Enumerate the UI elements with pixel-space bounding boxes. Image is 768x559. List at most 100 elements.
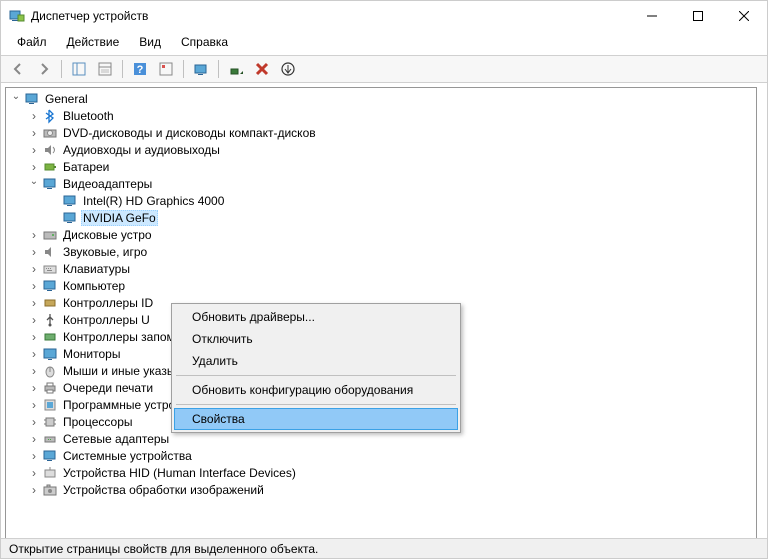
tree-category-sound[interactable]: Звуковые, игро	[6, 243, 756, 260]
node-label: Устройства HID (Human Interface Devices)	[61, 466, 298, 480]
computer-icon	[42, 278, 58, 294]
title-bar: Диспетчер устройств	[1, 1, 767, 31]
caret-icon[interactable]	[28, 246, 40, 258]
tree-root[interactable]: General	[6, 90, 756, 107]
window-title: Диспетчер устройств	[31, 9, 148, 23]
node-label: Bluetooth	[61, 109, 116, 123]
help-button[interactable]: ?	[128, 57, 152, 81]
node-label: NVIDIA GeFo	[81, 210, 158, 226]
status-bar: Открытие страницы свойств для выделенног…	[1, 538, 767, 558]
uninstall-button[interactable]	[250, 57, 274, 81]
caret-icon[interactable]	[28, 399, 40, 411]
scan-hardware-button[interactable]	[189, 57, 213, 81]
menu-action[interactable]: Действие	[59, 33, 128, 51]
node-label: Устройства обработки изображений	[61, 483, 266, 497]
menu-help[interactable]: Справка	[173, 33, 236, 51]
tree-category-audio[interactable]: Аудиовходы и аудиовыходы	[6, 141, 756, 158]
caret-icon[interactable]	[28, 280, 40, 292]
tree-device-intel[interactable]: Intel(R) HD Graphics 4000	[6, 192, 756, 209]
context-update-driver[interactable]: Обновить драйверы...	[174, 306, 458, 328]
svg-text:?: ?	[137, 64, 144, 76]
tree-category-display[interactable]: Видеоадаптеры	[6, 175, 756, 192]
battery-icon	[42, 159, 58, 175]
node-label: Контроллеры ID	[61, 296, 155, 310]
node-label: General	[43, 92, 90, 106]
node-label: Сетевые адаптеры	[61, 432, 171, 446]
maximize-button[interactable]	[675, 1, 721, 31]
caret-icon[interactable]	[28, 161, 40, 173]
caret-icon[interactable]	[28, 331, 40, 343]
software-device-icon	[42, 397, 58, 413]
menu-file[interactable]: Файл	[9, 33, 55, 51]
disc-drive-icon	[42, 125, 58, 141]
caret-icon[interactable]	[28, 178, 40, 190]
caret-icon[interactable]	[10, 93, 22, 105]
processor-icon	[42, 414, 58, 430]
tree-category-imaging[interactable]: Устройства обработки изображений	[6, 481, 756, 498]
back-button[interactable]	[6, 57, 30, 81]
context-disable[interactable]: Отключить	[174, 328, 458, 350]
caret-icon[interactable]	[28, 484, 40, 496]
context-menu: Обновить драйверы... Отключить Удалить О…	[171, 303, 461, 433]
caret-icon[interactable]	[28, 297, 40, 309]
system-device-icon	[42, 448, 58, 464]
node-label: Процессоры	[61, 415, 135, 429]
toolbar-separator	[218, 60, 219, 78]
caret-icon[interactable]	[28, 450, 40, 462]
caret-icon[interactable]	[28, 348, 40, 360]
caret-icon[interactable]	[28, 229, 40, 241]
tree-device-nvidia[interactable]: NVIDIA GeFo	[6, 209, 756, 226]
node-label: Видеоадаптеры	[61, 177, 154, 191]
display-adapter-icon	[62, 193, 78, 209]
ide-controller-icon	[42, 295, 58, 311]
node-label: Компьютер	[61, 279, 127, 293]
caret-icon[interactable]	[28, 127, 40, 139]
forward-button[interactable]	[32, 57, 56, 81]
caret-icon[interactable]	[28, 144, 40, 156]
node-label: Intel(R) HD Graphics 4000	[81, 194, 226, 208]
node-label: Батареи	[61, 160, 111, 174]
context-scan-hardware[interactable]: Обновить конфигурацию оборудования	[174, 379, 458, 401]
tree-category-bluetooth[interactable]: Bluetooth	[6, 107, 756, 124]
context-separator	[176, 404, 456, 405]
audio-icon	[42, 142, 58, 158]
caret-icon[interactable]	[28, 263, 40, 275]
toolbar: ?	[1, 55, 767, 83]
context-uninstall[interactable]: Удалить	[174, 350, 458, 372]
toolbar-separator	[183, 60, 184, 78]
caret-icon[interactable]	[28, 382, 40, 394]
caret-icon[interactable]	[28, 110, 40, 122]
node-label: DVD-дисководы и дисководы компакт-дисков	[61, 126, 318, 140]
show-hide-tree-button[interactable]	[67, 57, 91, 81]
monitor-icon	[42, 346, 58, 362]
display-adapter-icon	[62, 210, 78, 226]
tree-category-dvd[interactable]: DVD-дисководы и дисководы компакт-дисков	[6, 124, 756, 141]
caret-icon[interactable]	[28, 467, 40, 479]
update-driver-button[interactable]	[276, 57, 300, 81]
tree-category-batteries[interactable]: Батареи	[6, 158, 756, 175]
context-properties[interactable]: Свойства	[174, 408, 458, 430]
tree-category-disk[interactable]: Дисковые устро	[6, 226, 756, 243]
tree-category-system[interactable]: Системные устройства	[6, 447, 756, 464]
close-button[interactable]	[721, 1, 767, 31]
hid-icon	[42, 465, 58, 481]
add-legacy-button[interactable]	[224, 57, 248, 81]
minimize-button[interactable]	[629, 1, 675, 31]
caret-icon[interactable]	[28, 314, 40, 326]
tree-category-computer[interactable]: Компьютер	[6, 277, 756, 294]
network-icon	[42, 431, 58, 447]
properties-button[interactable]	[93, 57, 117, 81]
menu-view[interactable]: Вид	[131, 33, 169, 51]
action-button[interactable]	[154, 57, 178, 81]
context-separator	[176, 375, 456, 376]
storage-controller-icon	[42, 329, 58, 345]
node-label: Контроллеры U	[61, 313, 152, 327]
caret-icon[interactable]	[28, 433, 40, 445]
node-label: Очереди печати	[61, 381, 155, 395]
toolbar-separator	[122, 60, 123, 78]
tree-category-hid[interactable]: Устройства HID (Human Interface Devices)	[6, 464, 756, 481]
caret-icon[interactable]	[28, 365, 40, 377]
tree-category-keyboard[interactable]: Клавиатуры	[6, 260, 756, 277]
node-label: Мониторы	[61, 347, 122, 361]
caret-icon[interactable]	[28, 416, 40, 428]
